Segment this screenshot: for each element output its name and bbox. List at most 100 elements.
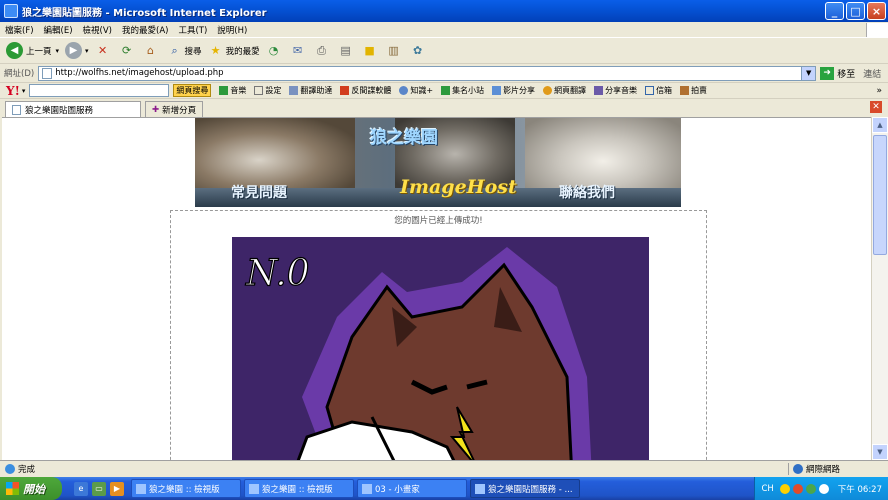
internet-globe-icon <box>793 464 803 474</box>
tab-strip: 狼之樂園貼圖服務 ✚ 新增分頁 ✕ <box>0 99 888 117</box>
mail-icon[interactable]: ✉ <box>290 43 306 59</box>
page-done-icon <box>5 464 15 474</box>
go-button[interactable]: 移至 <box>837 67 855 80</box>
back-button[interactable]: ◀ 上一頁 ▾ <box>6 42 59 59</box>
back-arrow-icon: ◀ <box>6 42 23 59</box>
ie-task-icon <box>136 483 146 494</box>
taskbar-item-2[interactable]: 狼之樂園 :: 檢視版 <box>244 479 354 498</box>
uploaded-image[interactable]: N.0 <box>232 237 649 460</box>
edit-icon[interactable]: ▤ <box>338 43 354 59</box>
yahoo-video[interactable]: 影片分享 <box>492 85 535 96</box>
menu-help[interactable]: 說明(H) <box>212 24 252 36</box>
scroll-up-icon[interactable]: ▲ <box>872 117 888 133</box>
yahoo-translate-helper[interactable]: 翻譯助達 <box>289 85 332 96</box>
media-quicklaunch-icon[interactable]: ▶ <box>110 481 124 496</box>
banner-contact-link[interactable]: 聯絡我們 <box>559 182 615 202</box>
yahoo-mail[interactable]: 信箱 <box>645 85 672 96</box>
yahoo-search-input[interactable] <box>29 84 170 97</box>
tab-title: 狼之樂園貼圖服務 <box>25 105 94 116</box>
refresh-icon[interactable]: ⟳ <box>119 43 135 59</box>
scroll-thumb[interactable] <box>873 135 887 255</box>
search-magnifier-icon: ⌕ <box>171 43 178 57</box>
menu-edit[interactable]: 編輯(E) <box>39 24 78 36</box>
yahoo-web-translate[interactable]: 網頁翻譯 <box>543 85 586 96</box>
language-indicator[interactable]: CH <box>761 484 773 494</box>
menu-view[interactable]: 檢視(V) <box>78 24 117 36</box>
paint-task-icon <box>362 483 372 494</box>
yahoo-music[interactable]: 音樂 <box>219 85 246 96</box>
desktop-quicklaunch-icon[interactable]: ▭ <box>92 481 106 496</box>
address-bar: 網址(D) http://wolfhs.net/imagehost/upload… <box>0 64 888 83</box>
toolbar-overflow-icon[interactable]: » <box>876 86 882 96</box>
close-tab-icon[interactable]: ✕ <box>870 101 882 113</box>
windows-taskbar: 開始 e ▭ ▶ 狼之樂園 :: 檢視版 狼之樂園 :: 檢視版 03 - 小畫… <box>0 477 888 500</box>
yahoo-bookmarks[interactable]: 集名小站 <box>441 85 484 96</box>
minimize-button[interactable]: _ <box>825 2 844 20</box>
search-button[interactable]: ⌕ 搜尋 <box>167 43 202 59</box>
taskbar-item-3[interactable]: 03 - 小畫家 <box>357 479 467 498</box>
yahoo-answers[interactable]: 知識+ <box>399 85 433 96</box>
go-arrow-icon[interactable]: ➜ <box>820 66 835 80</box>
title-bar: 狼之樂園貼圖服務 - Microsoft Internet Explorer _… <box>0 0 888 22</box>
new-tab-button[interactable]: ✚ 新增分頁 <box>145 101 204 117</box>
yahoo-settings[interactable]: 設定 <box>254 85 281 96</box>
banner-imagehost-logo[interactable]: ImageHost <box>400 176 517 198</box>
video-icon <box>492 86 502 95</box>
tray-security-icon[interactable] <box>792 483 803 494</box>
menu-favorites[interactable]: 我的最愛(A) <box>117 24 173 36</box>
stop-icon[interactable]: ✕ <box>95 43 111 59</box>
forward-dropdown-icon[interactable]: ▾ <box>85 47 89 55</box>
yahoo-share-music[interactable]: 分享音樂 <box>594 85 637 96</box>
address-url[interactable]: http://wolfhs.net/imagehost/upload.php <box>55 68 801 78</box>
settings-icon <box>254 86 264 95</box>
scroll-down-icon[interactable]: ▼ <box>872 444 888 460</box>
menu-tools[interactable]: 工具(T) <box>173 24 212 36</box>
yahoo-toolbar: Y! ▾ 網頁搜尋 音樂 設定 翻譯助達 反間諜軟體 知識+ 集名小站 影片分享… <box>0 83 888 99</box>
links-label[interactable]: 連結 <box>863 67 881 80</box>
ie-quicklaunch-icon[interactable]: e <box>74 481 88 496</box>
forward-arrow-icon: ▶ <box>65 42 83 59</box>
vertical-scrollbar[interactable]: ▲ ▼ <box>871 117 888 460</box>
address-dropdown-icon[interactable]: ▼ <box>801 66 816 80</box>
tab-page-icon <box>12 104 21 115</box>
yahoo-antispy[interactable]: 反間諜軟體 <box>340 85 391 96</box>
address-input[interactable]: http://wolfhs.net/imagehost/upload.php ▼ <box>38 65 817 81</box>
discuss-icon[interactable]: ■ <box>362 43 378 59</box>
window-title: 狼之樂園貼圖服務 - Microsoft Internet Explorer <box>22 7 267 19</box>
start-button[interactable]: 開始 <box>0 477 62 500</box>
tray-volume-icon[interactable] <box>818 483 829 494</box>
mail-envelope-icon <box>645 86 655 95</box>
messenger-icon[interactable]: ✿ <box>410 43 426 59</box>
forward-button[interactable]: ▶ ▾ <box>65 42 89 59</box>
back-dropdown-icon[interactable]: ▾ <box>56 47 60 55</box>
favorites-label: 我的最愛 <box>225 46 260 57</box>
favorites-button[interactable]: ★ 我的最愛 <box>208 43 260 59</box>
upload-result-box: 您的圖片已經上傳成功! N.0 <box>170 210 707 460</box>
maximize-button[interactable]: □ <box>846 2 865 20</box>
taskbar-item-1[interactable]: 狼之樂園 :: 檢視版 <box>131 479 241 498</box>
menu-file[interactable]: 檔案(F) <box>0 24 39 36</box>
page-viewport[interactable]: 狼之樂園 常見問題 ImageHost 聯絡我們 您的圖片已經上傳成功! N.0 <box>2 117 871 460</box>
tab-active[interactable]: 狼之樂園貼圖服務 <box>5 101 141 117</box>
taskbar-item-4[interactable]: 狼之樂園貼圖服務 - ... <box>470 479 580 498</box>
yahoo-auction[interactable]: 拍賣 <box>680 85 707 96</box>
research-icon[interactable]: ▥ <box>386 43 402 59</box>
tray-network-icon[interactable] <box>805 483 816 494</box>
tray-app-icon[interactable] <box>779 483 790 494</box>
address-label: 網址(D) <box>4 69 35 79</box>
search-label: 搜尋 <box>184 46 202 57</box>
auction-icon <box>680 86 690 95</box>
yahoo-menu-icon[interactable]: ▾ <box>22 87 26 95</box>
art-text: N.0 <box>245 253 310 294</box>
page-icon <box>42 67 53 79</box>
yahoo-logo[interactable]: Y! <box>6 84 20 98</box>
print-icon[interactable]: ⎙ <box>314 43 330 59</box>
answers-icon <box>399 86 409 95</box>
security-zone: 網際網路 <box>788 463 888 475</box>
banner-faq-link[interactable]: 常見問題 <box>231 182 287 202</box>
yahoo-search-button[interactable]: 網頁搜尋 <box>173 84 212 97</box>
home-icon[interactable]: ⌂ <box>143 43 159 59</box>
close-button[interactable]: × <box>867 2 886 20</box>
history-icon[interactable]: ◔ <box>266 43 282 59</box>
standard-toolbar: ◀ 上一頁 ▾ ▶ ▾ ✕ ⟳ ⌂ ⌕ 搜尋 ★ 我的最愛 ◔ ✉ ⎙ ▤ ■ … <box>0 38 888 64</box>
